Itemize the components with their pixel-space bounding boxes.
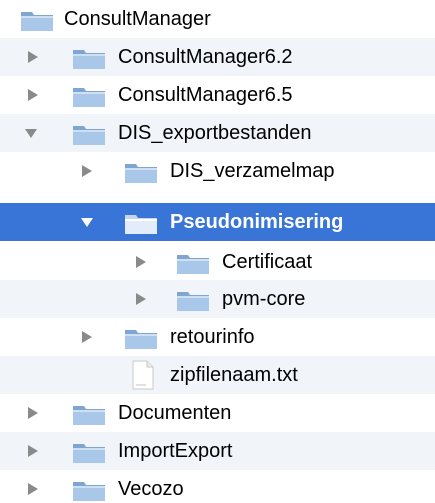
- tree-row-consultmanager6-2[interactable]: ConsultManager6.2: [0, 38, 435, 76]
- disclosure-triangle-collapsed-icon[interactable]: [26, 50, 40, 64]
- disclosure-triangle-collapsed-icon[interactable]: [134, 292, 148, 306]
- tree-item-label: ConsultManager6.5: [118, 84, 293, 106]
- tree-row-dis-verzamelmap[interactable]: DIS_verzamelmap: [0, 152, 435, 190]
- disclosure-triangle-expanded-icon[interactable]: [24, 126, 38, 140]
- tree-item-label: Pseudonimisering: [170, 211, 344, 233]
- folder-icon: [124, 326, 158, 350]
- folder-icon: [124, 160, 158, 184]
- tree-row-vecozo[interactable]: Vecozo: [0, 470, 435, 503]
- disclosure-triangle-collapsed-icon[interactable]: [26, 482, 40, 496]
- folder-icon: [176, 288, 210, 312]
- tree-row-certificaat[interactable]: Certificaat: [0, 243, 435, 281]
- tree-item-label: Vecozo: [118, 478, 184, 500]
- tree-row-pseudonimisering-selected[interactable]: Pseudonimisering: [0, 203, 435, 241]
- folder-icon: [176, 251, 210, 275]
- tree-row-documenten[interactable]: Documenten: [0, 394, 435, 432]
- folder-icon: [20, 8, 54, 32]
- tree-row-dis-exportbestanden[interactable]: DIS_exportbestanden: [0, 114, 435, 152]
- tree-item-label: Certificaat: [222, 251, 313, 273]
- tree-row-importexport[interactable]: ImportExport: [0, 432, 435, 470]
- tree-item-label: ConsultManager: [64, 8, 211, 30]
- disclosure-triangle-collapsed-icon[interactable]: [26, 406, 40, 420]
- tree-item-label: ImportExport: [118, 440, 233, 462]
- disclosure-triangle-collapsed-icon[interactable]: [80, 164, 94, 178]
- tree-item-label: ConsultManager6.2: [118, 46, 293, 68]
- disclosure-triangle-expanded-icon[interactable]: [80, 215, 94, 229]
- folder-icon: [72, 122, 106, 146]
- folder-icon: [72, 478, 106, 502]
- folder-icon: [72, 46, 106, 70]
- disclosure-triangle-collapsed-icon[interactable]: [80, 330, 94, 344]
- disclosure-triangle-collapsed-icon[interactable]: [26, 444, 40, 458]
- file-tree: ConsultManager ConsultManager6.2 Consult…: [0, 0, 435, 503]
- folder-icon: [124, 211, 158, 235]
- tree-item-label: pvm-core: [222, 288, 306, 310]
- folder-icon: [72, 402, 106, 426]
- tree-row-consultmanager[interactable]: ConsultManager: [0, 0, 435, 38]
- tree-row-retourinfo[interactable]: retourinfo: [0, 318, 435, 356]
- tree-item-label: zipfilenaam.txt: [170, 364, 298, 386]
- tree-item-label: Documenten: [118, 402, 232, 424]
- tree-item-label: retourinfo: [170, 326, 255, 348]
- tree-row-pvm-core[interactable]: pvm-core: [0, 280, 435, 318]
- folder-icon: [72, 440, 106, 464]
- folder-icon: [72, 84, 106, 108]
- tree-row-consultmanager6-5[interactable]: ConsultManager6.5: [0, 76, 435, 114]
- tree-item-label: DIS_exportbestanden: [118, 122, 312, 144]
- tree-item-label: DIS_verzamelmap: [170, 160, 335, 182]
- disclosure-triangle-collapsed-icon[interactable]: [134, 255, 148, 269]
- text-file-icon: [131, 360, 155, 390]
- tree-row-zipfilenaam-txt[interactable]: zipfilenaam.txt: [0, 356, 435, 394]
- disclosure-triangle-collapsed-icon[interactable]: [26, 88, 40, 102]
